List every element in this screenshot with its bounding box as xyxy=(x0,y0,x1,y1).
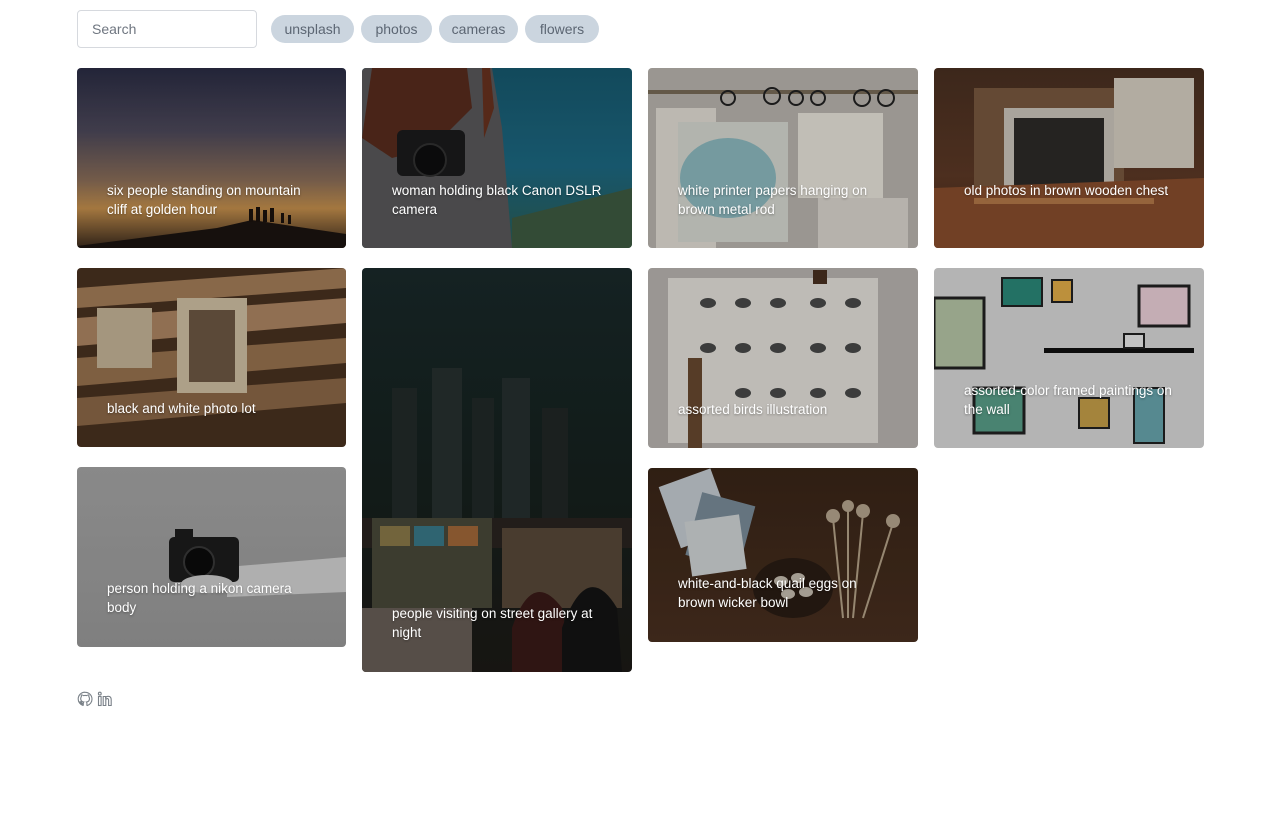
tag-flowers[interactable]: flowers xyxy=(525,15,599,43)
photo-card[interactable]: six people standing on mountain cliff at… xyxy=(77,68,346,248)
github-icon[interactable] xyxy=(77,691,93,707)
photo-caption: people visiting on street gallery at nig… xyxy=(392,606,593,640)
photo-card[interactable]: people visiting on street gallery at nig… xyxy=(362,268,632,672)
tag-unsplash[interactable]: unsplash xyxy=(271,15,354,43)
photo-caption: assorted-color framed paintings on the w… xyxy=(964,383,1172,417)
tag-photos[interactable]: photos xyxy=(361,15,432,43)
photo-card[interactable]: white printer papers hanging on brown me… xyxy=(648,68,918,248)
photo-card[interactable]: white-and-black quail eggs on brown wick… xyxy=(648,468,918,642)
photo-caption: black and white photo lot xyxy=(107,401,256,416)
tag-cameras[interactable]: cameras xyxy=(439,15,518,43)
photo-card[interactable]: assorted birds illustration xyxy=(648,268,918,448)
photo-card[interactable]: assorted-color framed paintings on the w… xyxy=(934,268,1204,448)
photo-caption: white-and-black quail eggs on brown wick… xyxy=(678,576,857,610)
photo-caption: old photos in brown wooden chest xyxy=(964,183,1169,198)
photo-caption: white printer papers hanging on brown me… xyxy=(678,183,868,217)
photo-card[interactable]: woman holding black Canon DSLR camera xyxy=(362,68,632,248)
photo-card[interactable]: person holding a nikon camera body xyxy=(77,467,346,647)
search-input[interactable] xyxy=(77,10,257,48)
linkedin-icon[interactable] xyxy=(97,691,113,707)
photo-caption: person holding a nikon camera body xyxy=(107,581,292,615)
photo-caption: six people standing on mountain cliff at… xyxy=(107,183,301,217)
photo-caption: assorted birds illustration xyxy=(678,402,828,417)
photo-card[interactable]: old photos in brown wooden chest xyxy=(934,68,1204,248)
photo-card[interactable]: black and white photo lot xyxy=(77,268,346,447)
photo-caption: woman holding black Canon DSLR camera xyxy=(392,183,602,217)
